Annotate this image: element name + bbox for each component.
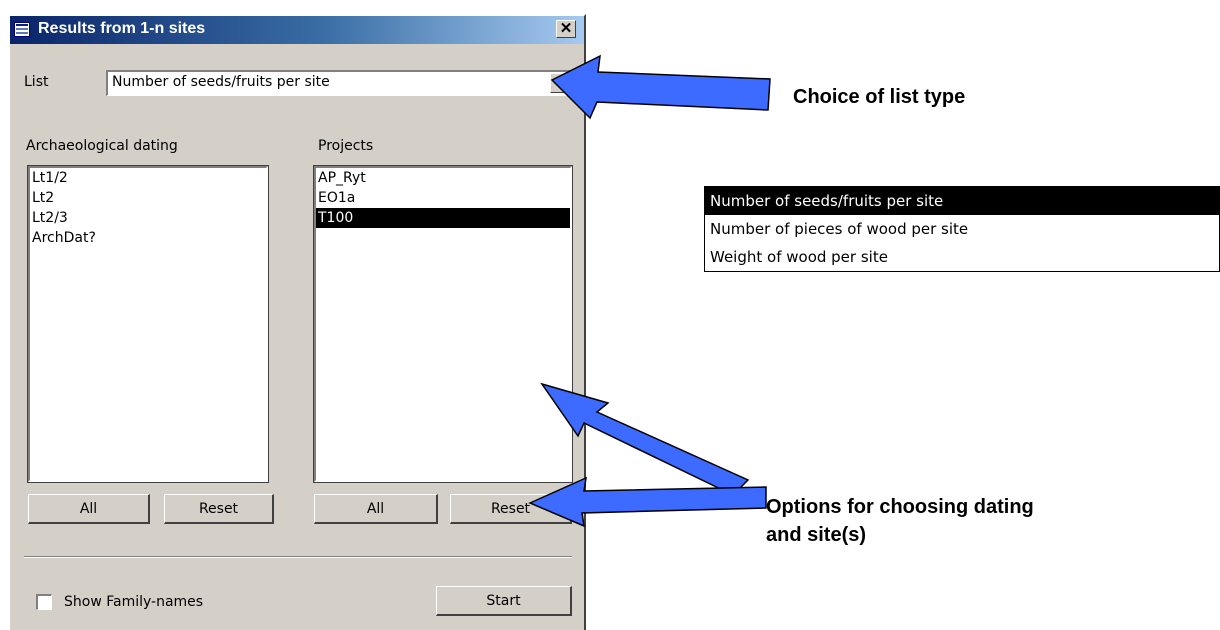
annotation-options-line2: and site(s) [766,524,867,546]
annotation-arrows [528,54,771,528]
arrow-to-list-combobox [550,54,771,120]
arrow-to-listboxes [540,382,750,496]
annotation-options-line1: Options for choosing dating [766,496,1034,518]
annotation-choice-of-list-type: Choice of list type [793,86,966,108]
